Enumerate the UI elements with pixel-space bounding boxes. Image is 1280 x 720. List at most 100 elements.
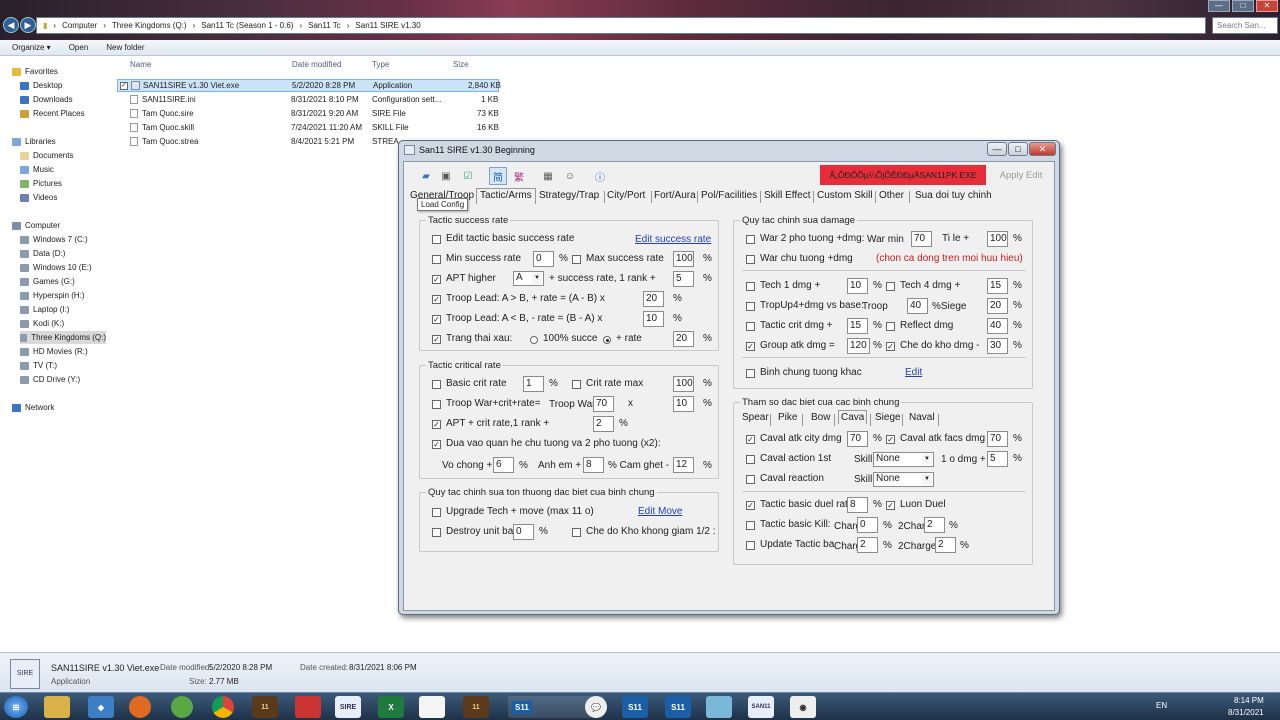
vo-chong-input[interactable]: 6 [493, 457, 514, 473]
search-input[interactable]: Search San... [1212, 17, 1278, 34]
min-success-checkbox[interactable] [432, 255, 441, 264]
sidebar-videos[interactable]: Videos [20, 191, 57, 204]
sidebar-music[interactable]: Music [20, 163, 54, 176]
sire-taskbar-icon[interactable]: SIRE [335, 696, 361, 718]
caval-reaction-checkbox[interactable] [746, 475, 755, 484]
basic-crit-input[interactable]: 1 [523, 376, 544, 392]
window-taskbar-icon[interactable] [706, 696, 732, 718]
siege-input[interactable]: 20 [987, 298, 1008, 314]
arms-tab-naval[interactable]: Naval [909, 412, 935, 423]
apt-rank-input[interactable]: 5 [673, 271, 694, 287]
edit-success-rate-link[interactable]: Edit success rate [635, 234, 711, 245]
traditional-text-icon[interactable]: 繁 [510, 167, 528, 185]
sidebar-favorites[interactable]: Favorites [12, 65, 58, 78]
update-2charge-input[interactable]: 2 [935, 537, 956, 553]
caval-atk-city-checkbox[interactable]: ✓ [746, 435, 755, 444]
tile-input[interactable]: 100 [987, 231, 1008, 247]
apply-edit-button[interactable]: Apply Edit [992, 165, 1050, 185]
breadcrumb-0[interactable]: Computer [62, 21, 97, 30]
s11-taskbar-icon-2[interactable]: S11 [622, 696, 648, 718]
apt-higher-checkbox[interactable]: ✓ [432, 275, 441, 284]
chrome-icon[interactable] [212, 696, 234, 718]
edit-basic-checkbox[interactable] [432, 235, 441, 244]
sidebar-drive[interactable]: Kodi (K:) [20, 317, 64, 330]
caval-atk-facs-checkbox[interactable]: ✓ [886, 435, 895, 444]
sidebar-desktop[interactable]: Desktop [20, 79, 62, 92]
back-button[interactable]: ◀ [3, 17, 19, 33]
explorer-taskbar-icon[interactable] [44, 696, 70, 718]
edit-binh-chung-link[interactable]: Edit [905, 367, 922, 378]
sidebar-drive[interactable]: Data (D:) [20, 247, 65, 260]
apt-crit-checkbox[interactable]: ✓ [432, 420, 441, 429]
troop-input[interactable]: 40 [907, 298, 928, 314]
game-taskbar-icon-2[interactable]: 11 [463, 696, 489, 718]
app-taskbar-icon[interactable]: ◆ [88, 696, 114, 718]
kill-charge-input[interactable]: 0 [857, 517, 878, 533]
arms-tab-pike[interactable]: Pike [778, 412, 797, 423]
sidebar-recent-places[interactable]: Recent Places [20, 107, 85, 120]
sidebar-computer[interactable]: Computer [12, 219, 60, 232]
arms-tab-siege[interactable]: Siege [875, 412, 901, 423]
language-indicator[interactable]: EN [1156, 701, 1167, 710]
breadcrumb-3[interactable]: San11 Tc [308, 21, 341, 30]
binh-chung-checkbox[interactable] [746, 369, 755, 378]
arms-tab-cavalry[interactable]: Cava [838, 410, 868, 424]
destroy-unit-checkbox[interactable] [432, 528, 441, 537]
checkbox-icon[interactable]: ✓ [120, 81, 128, 90]
tactic-basic-duel-checkbox[interactable]: ✓ [746, 501, 755, 510]
excel-icon[interactable]: X [378, 696, 404, 718]
max-success-checkbox[interactable] [572, 255, 581, 264]
sidebar-drive[interactable]: Laptop (I:) [20, 303, 69, 316]
crit-max-checkbox[interactable] [572, 380, 581, 389]
troop-lead-b-input[interactable]: 10 [643, 311, 664, 327]
open-button[interactable]: Open [69, 43, 89, 52]
sidebar-drive[interactable]: Hyperspin (H:) [20, 289, 85, 302]
reflect-dmg-input[interactable]: 40 [987, 318, 1008, 334]
tab-city-port[interactable]: City/Port [607, 190, 645, 201]
close-button[interactable]: ✕ [1256, 0, 1278, 12]
tactic-basic-kill-checkbox[interactable] [746, 521, 755, 530]
tactic-crit-dmg-checkbox[interactable] [746, 322, 755, 331]
character-icon[interactable]: ☺ [561, 167, 579, 185]
config-icon[interactable]: ☑ [459, 167, 477, 185]
start-button[interactable]: ⊞ [4, 696, 28, 718]
che-do-kho-dmg-input[interactable]: 30 [987, 338, 1008, 354]
sidebar-drive-selected[interactable]: Three Kingdoms (Q:) [20, 331, 106, 344]
tactic-crit-dmg-input[interactable]: 15 [847, 318, 868, 334]
one-o-dmg-input[interactable]: 5 [987, 451, 1008, 467]
troop-lead-a-input[interactable]: 20 [643, 291, 664, 307]
update-charge-input[interactable]: 2 [857, 537, 878, 553]
file-row[interactable]: Tam Quoc.skill 7/24/2021 11:20 AM SKILL … [117, 121, 499, 134]
breadcrumb-2[interactable]: San11 Tc (Season 1 - 0.6) [201, 21, 293, 30]
info-icon[interactable]: ⓘ [591, 167, 609, 185]
sidebar-pictures[interactable]: Pictures [20, 177, 62, 190]
target-exe-button[interactable]: Ã„ÔÐÕÕµ¼ÕjÕÊÐÐµÄSAN11PK.EXE [820, 165, 986, 185]
tab-strategy-trap[interactable]: Strategy/Trap [539, 190, 599, 201]
che-do-kho-dmg-checkbox[interactable]: ✓ [886, 342, 895, 351]
column-size[interactable]: Size [453, 60, 469, 69]
sidebar-drive[interactable]: CD Drive (Y:) [20, 373, 80, 386]
tab-sua-doi[interactable]: Sua doi tuy chinh [915, 190, 992, 201]
tech-4-checkbox[interactable] [886, 282, 895, 291]
apt-rank-select[interactable]: A ▼ [513, 271, 544, 286]
sidebar-network[interactable]: Network [12, 401, 54, 414]
trang-thai-input[interactable]: 20 [673, 331, 694, 347]
tropup-checkbox[interactable] [746, 302, 755, 311]
sidebar-drive[interactable]: HD Movies (R:) [20, 345, 88, 358]
document-taskbar-icon[interactable] [419, 696, 445, 718]
new-folder-button[interactable]: New folder [106, 43, 144, 52]
anh-em-input[interactable]: 8 [583, 457, 604, 473]
tab-custom-skill[interactable]: Custom Skill [817, 190, 873, 201]
tools-icon[interactable]: ▦ [539, 167, 557, 185]
organize-button[interactable]: Organize ▾ [12, 43, 51, 52]
file-row[interactable]: Tam Quoc.sire 8/31/2021 9:20 AM SIRE Fil… [117, 107, 499, 120]
tab-skill-effect[interactable]: Skill Effect [764, 190, 811, 201]
edit-move-link[interactable]: Edit Move [638, 506, 682, 517]
arms-tab-spear[interactable]: Spear [742, 412, 769, 423]
min-success-input[interactable]: 0 [533, 251, 554, 267]
apt-crit-input[interactable]: 2 [593, 416, 614, 432]
sire-taskbar-icon-2[interactable]: SAN11 [748, 696, 774, 718]
clock-time[interactable]: 8:14 PM [1234, 696, 1264, 705]
troop-war-input[interactable]: 70 [593, 396, 614, 412]
close-button[interactable]: ✕ [1029, 142, 1056, 156]
